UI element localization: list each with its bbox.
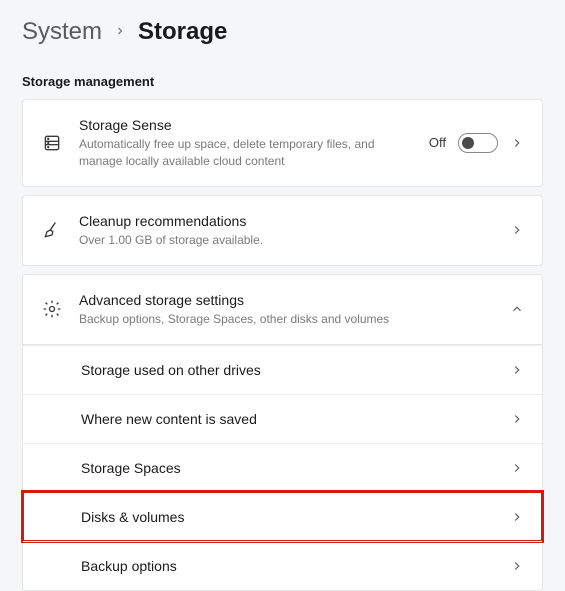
broom-icon: [41, 219, 63, 241]
sub-disks-volumes[interactable]: Disks & volumes: [23, 492, 542, 541]
section-header: Storage management: [22, 74, 543, 89]
cleanup-row[interactable]: Cleanup recommendations Over 1.00 GB of …: [22, 195, 543, 266]
subitem-label: Backup options: [81, 558, 510, 574]
chevron-right-icon: [510, 412, 524, 426]
cleanup-body: Cleanup recommendations Over 1.00 GB of …: [79, 212, 494, 249]
storage-sense-toggle[interactable]: [458, 133, 498, 153]
storage-sense-row[interactable]: Storage Sense Automatically free up spac…: [22, 99, 543, 187]
chevron-right-icon: [510, 461, 524, 475]
advanced-subtitle: Backup options, Storage Spaces, other di…: [79, 311, 494, 328]
sub-storage-other-drives[interactable]: Storage used on other drives: [23, 345, 542, 394]
chevron-right-icon: [510, 136, 524, 150]
sub-backup-options[interactable]: Backup options: [23, 541, 542, 590]
sub-storage-spaces[interactable]: Storage Spaces: [23, 443, 542, 492]
chevron-right-icon: [510, 223, 524, 237]
chevron-up-icon: [510, 302, 524, 316]
subitem-label: Storage used on other drives: [81, 362, 510, 378]
sub-where-new-content[interactable]: Where new content is saved: [23, 394, 542, 443]
storage-settings-page: System Storage Storage management Storag…: [0, 0, 565, 591]
chevron-right-icon: [510, 559, 524, 573]
cleanup-subtitle: Over 1.00 GB of storage available.: [79, 232, 379, 249]
breadcrumb-parent[interactable]: System: [22, 18, 102, 46]
advanced-row[interactable]: Advanced storage settings Backup options…: [22, 274, 543, 345]
chevron-right-icon: [510, 510, 524, 524]
storage-sense-controls: Off: [429, 133, 524, 153]
chevron-right-icon: [510, 363, 524, 377]
toggle-state-label: Off: [429, 135, 446, 150]
storage-sense-subtitle: Automatically free up space, delete temp…: [79, 136, 379, 170]
subitem-label: Disks & volumes: [81, 509, 510, 525]
advanced-body: Advanced storage settings Backup options…: [79, 291, 494, 328]
settings-list: Storage Sense Automatically free up spac…: [22, 99, 543, 591]
gear-icon: [41, 298, 63, 320]
storage-sense-body: Storage Sense Automatically free up spac…: [79, 116, 413, 170]
cleanup-title: Cleanup recommendations: [79, 212, 494, 230]
advanced-title: Advanced storage settings: [79, 291, 494, 309]
breadcrumb: System Storage: [22, 18, 543, 46]
breadcrumb-current: Storage: [138, 18, 227, 46]
chevron-right-icon: [114, 24, 126, 40]
advanced-sublist: Storage used on other drives Where new c…: [22, 345, 543, 591]
subitem-label: Storage Spaces: [81, 460, 510, 476]
drive-icon: [41, 132, 63, 154]
storage-sense-title: Storage Sense: [79, 116, 413, 134]
subitem-label: Where new content is saved: [81, 411, 510, 427]
